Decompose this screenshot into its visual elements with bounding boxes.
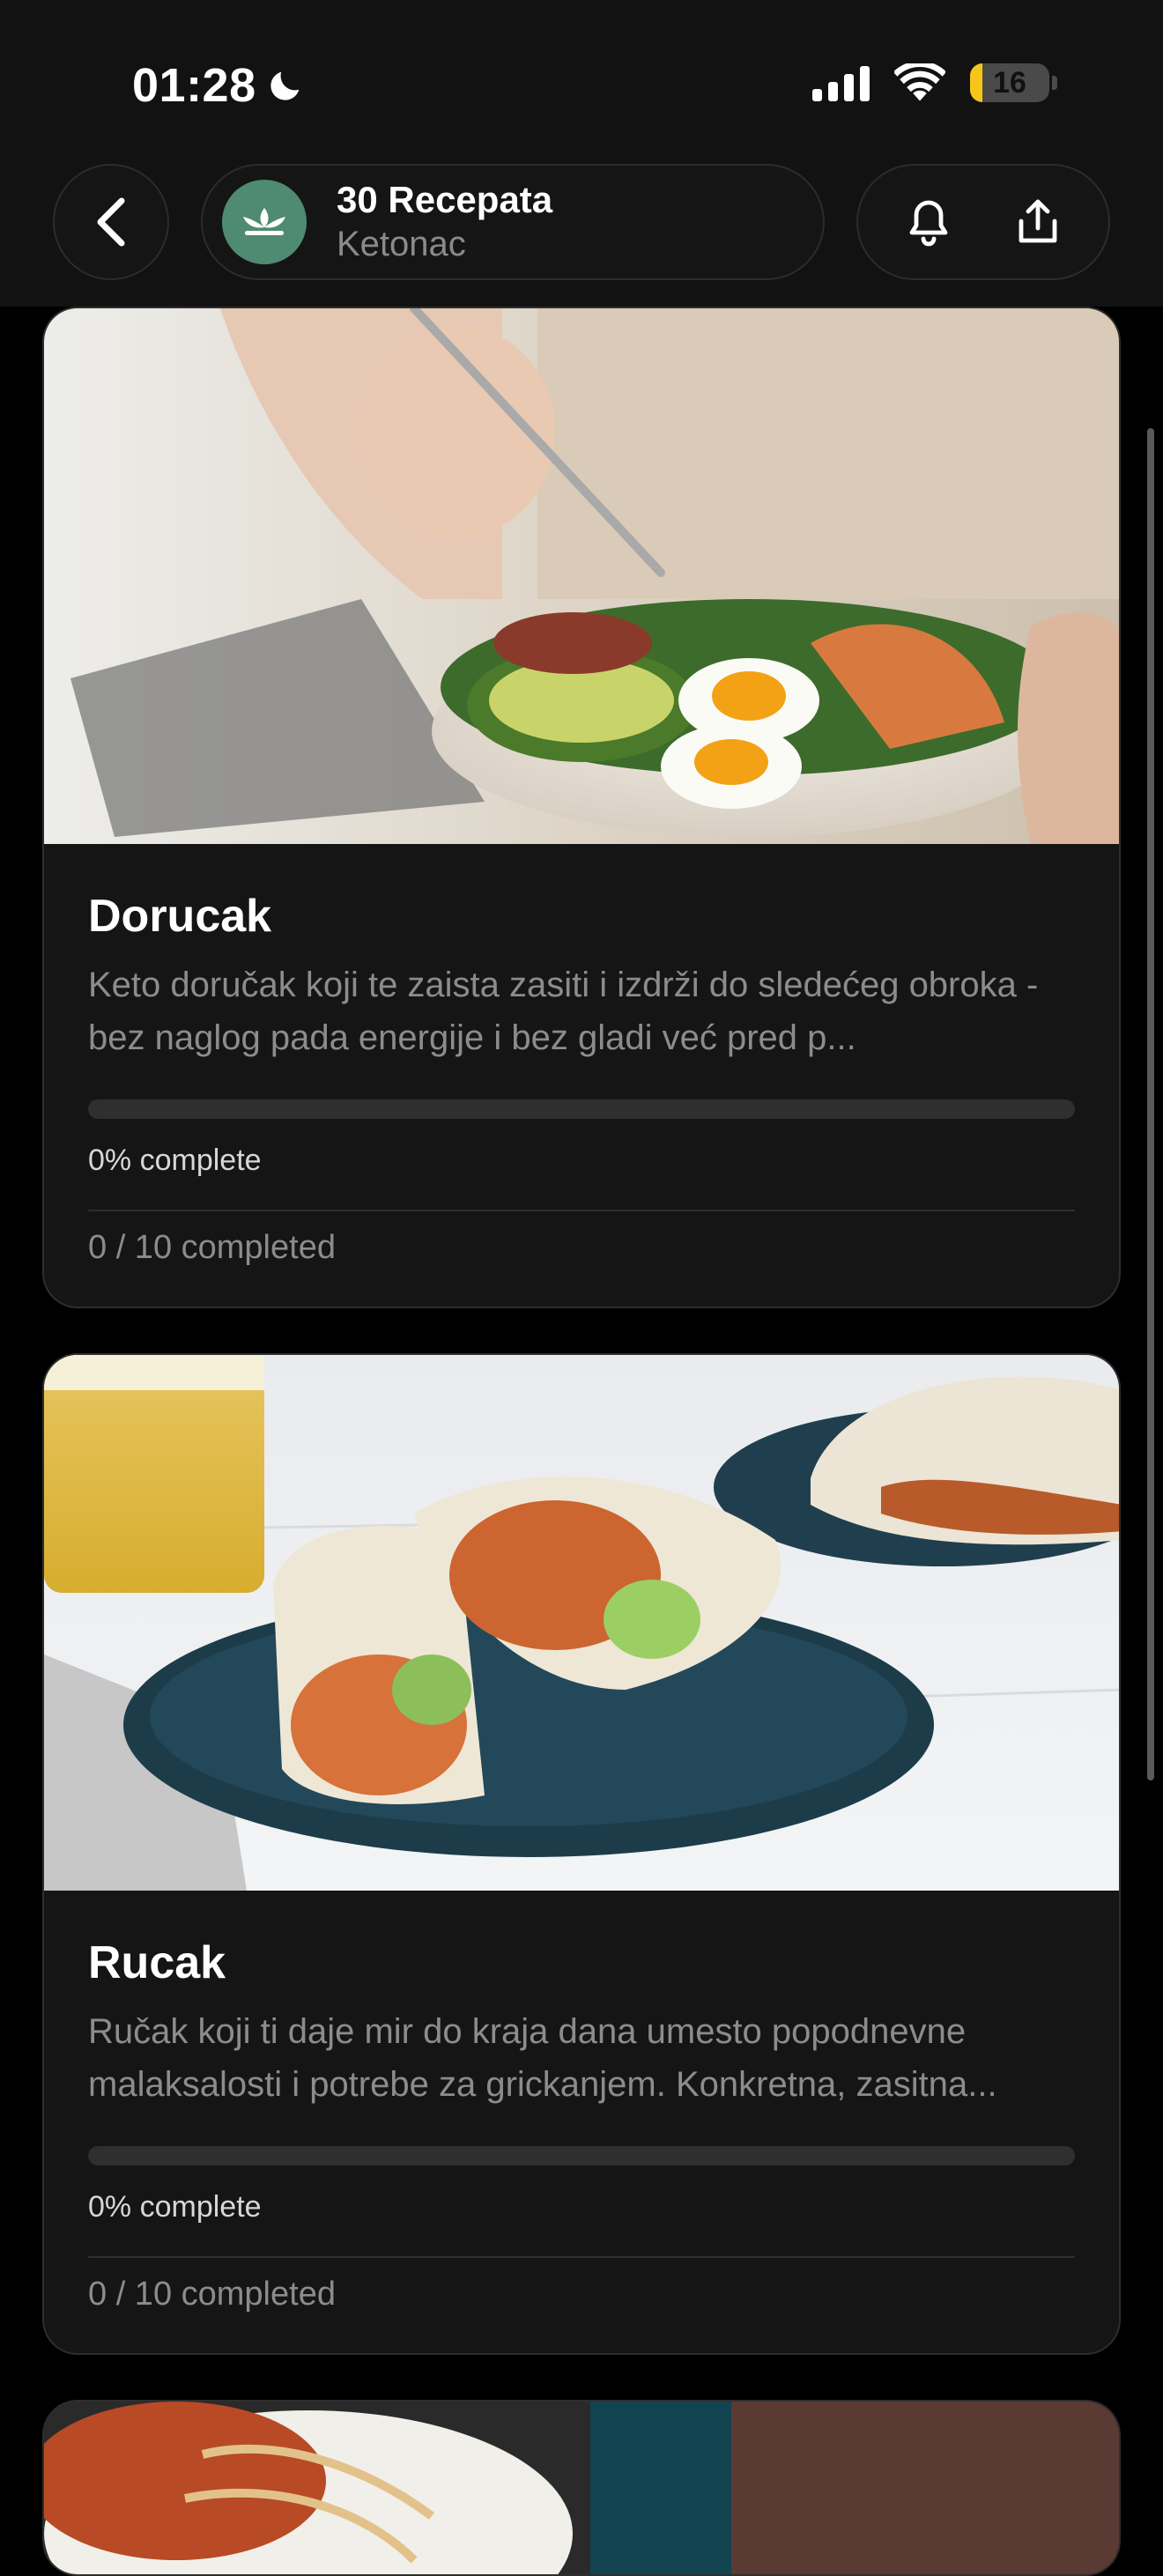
notifications-button[interactable] — [889, 182, 968, 262]
battery-icon: 16 — [970, 63, 1049, 102]
progress-label: 0% complete — [88, 1144, 262, 1177]
category-card-rucak[interactable]: Rucak Ručak koji ti daje mir do kraja da… — [42, 1353, 1121, 2355]
header-actions — [856, 164, 1110, 280]
signal-icon — [812, 64, 870, 101]
card-image-wraps — [44, 1355, 1119, 1891]
program-title: 30 Recepata — [337, 179, 553, 220]
progress-label: 0% complete — [88, 2190, 262, 2224]
battery-level: 16 — [993, 65, 1026, 100]
lotus-icon — [243, 208, 285, 235]
share-icon — [1019, 199, 1057, 243]
card-divider — [88, 1210, 1075, 1211]
completed-count: 0 / 10 completed — [88, 1229, 336, 1266]
card-title: Dorucak — [88, 891, 272, 942]
wifi-icon — [894, 63, 945, 101]
category-card-next[interactable] — [42, 2400, 1121, 2576]
back-button[interactable] — [53, 164, 169, 280]
completed-count: 0 / 10 completed — [88, 2276, 336, 2313]
card-title: Rucak — [88, 1937, 226, 1988]
category-card-dorucak[interactable]: Dorucak Keto doručak koji te zaista zasi… — [42, 307, 1121, 1308]
program-title-pill[interactable]: 30 Recepata Ketonac — [201, 164, 825, 280]
progress-bar — [88, 1099, 1075, 1119]
card-image-pasta — [44, 2402, 1119, 2574]
status-time: 01:28 — [132, 58, 306, 113]
progress-bar — [88, 2146, 1075, 2165]
program-subtitle: Ketonac — [337, 225, 466, 263]
scroll-indicator[interactable] — [1147, 428, 1154, 1780]
card-image-breakfast-bowl — [44, 308, 1119, 844]
card-description: Keto doručak koji te zaista zasiti i izd… — [88, 966, 1039, 1057]
top-bar: 01:28 16 30 Recepata Ketonac — [0, 0, 1163, 307]
card-description: Ručak koji ti daje mir do kraja dana ume… — [88, 2012, 997, 2104]
chevron-left-icon — [97, 197, 125, 247]
card-divider — [88, 2256, 1075, 2258]
moon-icon — [270, 71, 299, 100]
program-avatar — [222, 180, 307, 264]
status-time-text: 01:28 — [132, 59, 256, 112]
share-button[interactable] — [998, 182, 1078, 262]
status-indicators: 16 — [812, 63, 1057, 102]
bell-icon — [909, 200, 948, 247]
